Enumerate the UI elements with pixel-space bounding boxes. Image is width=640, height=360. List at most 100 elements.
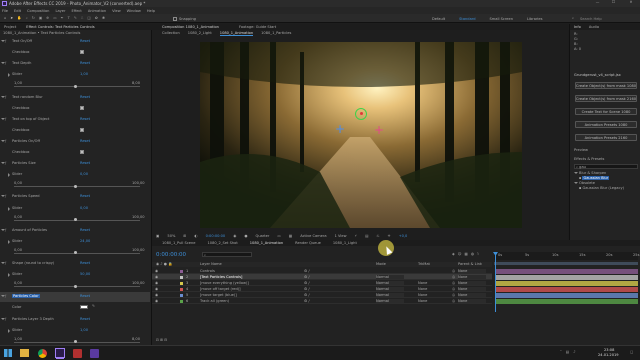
- pan-behind-tool-icon[interactable]: ⊕: [46, 16, 49, 20]
- layer-name[interactable]: [Text Particles Controls]: [200, 275, 242, 279]
- effect-row[interactable]: ƒ Text Depth Reset: [0, 59, 150, 69]
- close-button[interactable]: ✕: [622, 0, 640, 7]
- layer-duration-bar[interactable]: [496, 298, 638, 304]
- effect-row[interactable]: 0,00 100,00: [0, 248, 150, 258]
- color-swatch[interactable]: [80, 305, 88, 310]
- label-color-chip[interactable]: [180, 281, 183, 285]
- pickwhip-icon[interactable]: ◎: [452, 281, 455, 285]
- layer-row[interactable]: ◉ 6 Track all (green) ⚙ / Normal None ◎ None: [152, 298, 492, 304]
- layer-name[interactable]: Controls: [200, 269, 215, 273]
- script-tab[interactable]: Grundgerust_v4_script.jsx: [574, 73, 621, 77]
- reset-link[interactable]: Reset: [80, 61, 90, 65]
- eraser-tool-icon[interactable]: ◫: [87, 16, 90, 20]
- puppet-tool-icon[interactable]: ✱: [102, 16, 105, 20]
- script-button[interactable]: Create Text for Scene 1080: [575, 108, 637, 115]
- expand-arrow-icon[interactable]: [8, 206, 10, 211]
- expand-arrow-icon[interactable]: [8, 239, 10, 244]
- visibility-eye-icon[interactable]: ◉: [155, 299, 158, 303]
- mode-dropdown[interactable]: Normal: [376, 280, 404, 285]
- switches-icons[interactable]: ⚙ /: [304, 275, 310, 279]
- roto-tool-icon[interactable]: ✿: [95, 16, 98, 20]
- frame-blend-icon[interactable]: ▦: [465, 252, 468, 256]
- notifications-icon[interactable]: ▢: [630, 350, 633, 354]
- reset-link[interactable]: Reset: [80, 228, 90, 232]
- expand-arrow-icon[interactable]: [8, 273, 10, 278]
- breadcrumb-item[interactable]: 1080_2_Light: [188, 31, 212, 36]
- menu-item-edit[interactable]: Edit: [14, 9, 21, 13]
- home-icon[interactable]: ⌂: [4, 16, 6, 20]
- menu-item-layer[interactable]: Layer: [55, 9, 65, 13]
- effect-row[interactable]: ƒ Amount of Particles Reset: [0, 226, 150, 236]
- slider-track[interactable]: [14, 219, 140, 221]
- expand-arrow-icon[interactable]: [8, 328, 10, 333]
- menu-item-view[interactable]: View: [112, 9, 121, 13]
- time-ruler[interactable]: 0s 5s 10s 15s 20s 25s: [494, 252, 639, 260]
- expand-arrow-icon[interactable]: [574, 182, 578, 184]
- fast-preview-icon[interactable]: ⚡: [355, 234, 358, 238]
- graph-editor-icon[interactable]: ⌇: [477, 252, 479, 256]
- effect-controls-tab[interactable]: Effect Controls: Text Particles Controls: [26, 25, 94, 29]
- timeline-timecode[interactable]: 0:00:00:00: [156, 252, 186, 258]
- checkbox[interactable]: [80, 105, 84, 110]
- pen-tool-icon[interactable]: ✒: [61, 16, 64, 20]
- clock-time[interactable]: 23:08: [604, 348, 614, 352]
- script-button[interactable]: Create Object(s) from mask 1080: [575, 82, 637, 89]
- audio-tab[interactable]: Audio: [589, 25, 599, 29]
- effect-row[interactable]: Slider 50,00: [0, 270, 150, 280]
- layer-name[interactable]: [move off target (red)]: [200, 287, 241, 291]
- visibility-eye-icon[interactable]: ◉: [155, 269, 158, 273]
- layer-duration-bar[interactable]: [496, 274, 638, 280]
- effect-row[interactable]: Checkbox: [0, 48, 150, 58]
- grid-icon[interactable]: ⊞: [183, 234, 186, 238]
- label-color-chip[interactable]: [180, 275, 183, 279]
- slider-track[interactable]: [14, 341, 140, 343]
- maximize-button[interactable]: ☐: [606, 0, 621, 7]
- mode-dropdown[interactable]: Normal: [376, 274, 404, 279]
- menu-item-file[interactable]: File: [2, 9, 8, 13]
- slider-value[interactable]: 0,00: [80, 172, 88, 176]
- switches-icons[interactable]: ⚙ /: [304, 299, 310, 303]
- visibility-eye-icon[interactable]: ◉: [155, 293, 158, 297]
- effect-row[interactable]: Slider 1,00: [0, 70, 150, 80]
- reset-link[interactable]: Reset: [80, 117, 90, 121]
- checkbox[interactable]: [80, 150, 84, 154]
- expand-arrow-icon[interactable]: [8, 73, 10, 78]
- effect-row[interactable]: Checkbox: [0, 126, 150, 136]
- timeline-tab[interactable]: 1080_1_Light: [333, 241, 357, 245]
- slider-value[interactable]: 0,00: [80, 206, 88, 210]
- effect-row[interactable]: ƒ Text on top of Object Reset: [0, 115, 150, 125]
- parent-dropdown[interactable]: None: [458, 298, 486, 303]
- effect-row[interactable]: ƒ Text On/Off Reset: [0, 37, 150, 47]
- effects-search[interactable]: ⌕ gau: [574, 164, 638, 169]
- effect-row[interactable]: Checkbox: [0, 148, 150, 158]
- brush-tool-icon[interactable]: ✎: [74, 16, 77, 20]
- camera-tool-icon[interactable]: ▣: [39, 16, 42, 20]
- mode-dropdown[interactable]: Normal: [376, 298, 404, 303]
- timeline-tab[interactable]: 1080_1_Animation: [250, 241, 283, 245]
- network-icon[interactable]: ▤: [566, 350, 569, 354]
- timeline-tab[interactable]: 1080_2_Set Shot: [208, 241, 238, 245]
- views-dropdown[interactable]: 1 View: [335, 234, 347, 238]
- slider-track[interactable]: [14, 186, 140, 187]
- effects-tree-item[interactable]: ▪Gaussian Blur (Legacy): [574, 186, 638, 191]
- volume-icon[interactable]: ♪: [573, 350, 575, 354]
- tray-chevron-icon[interactable]: ˄: [560, 350, 562, 354]
- rectangle-tool-icon[interactable]: ▭: [53, 16, 56, 20]
- visibility-eye-icon[interactable]: ◉: [155, 281, 158, 285]
- snapshot-icon[interactable]: ◉: [233, 234, 236, 238]
- effect-row[interactable]: 0,00 100,00: [0, 181, 150, 191]
- trkmat-dropdown[interactable]: None: [418, 287, 427, 291]
- always-preview-icon[interactable]: ▣: [156, 234, 159, 238]
- effect-row[interactable]: 0,00 100,00: [0, 281, 150, 291]
- app-icon-purple[interactable]: [90, 349, 99, 358]
- label-color-chip[interactable]: [180, 287, 183, 291]
- pickwhip-icon[interactable]: ◎: [452, 275, 455, 279]
- effect-row[interactable]: 0,00 100,00: [0, 215, 150, 225]
- app-icon-red[interactable]: [73, 349, 82, 358]
- timeline-icon[interactable]: ▤: [365, 234, 368, 238]
- pickwhip-icon[interactable]: ◎: [452, 269, 455, 273]
- timeline-tab[interactable]: 1080_1_Pull Scene: [162, 241, 196, 245]
- reset-link[interactable]: Reset: [80, 317, 90, 321]
- layer-name[interactable]: [move everything (yellow)]: [200, 281, 249, 285]
- timeline-tab[interactable]: Render Queue: [295, 241, 321, 245]
